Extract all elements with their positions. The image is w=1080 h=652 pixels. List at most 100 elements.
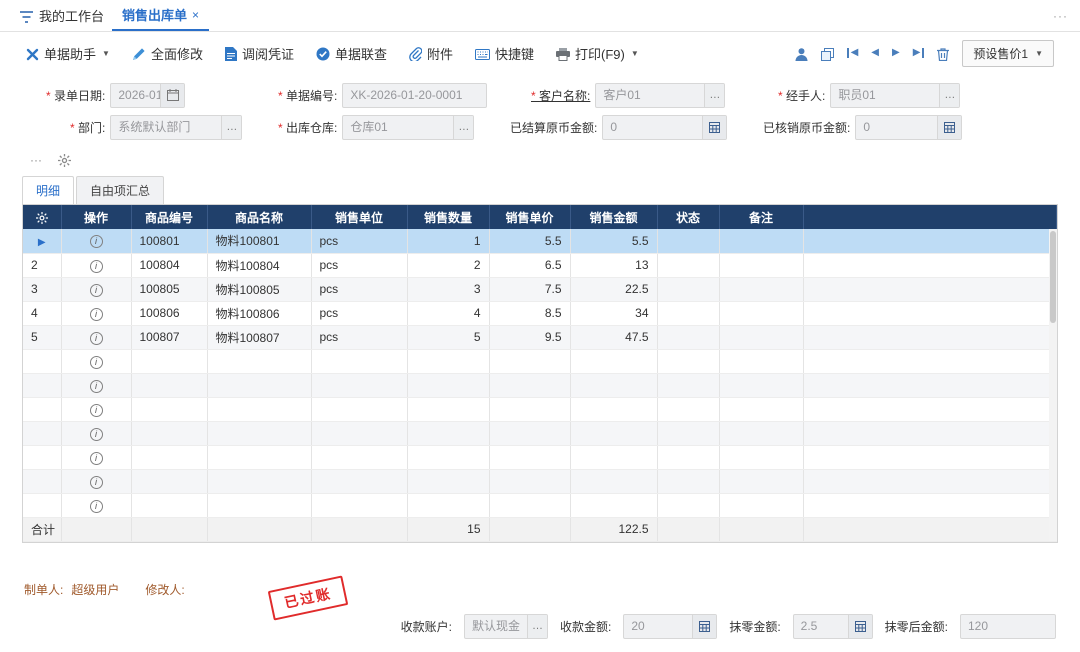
row-info-icon[interactable] — [90, 235, 103, 248]
receipt-amount-input[interactable]: 20 — [623, 614, 717, 639]
cell-name[interactable]: 物料100804 — [207, 253, 311, 277]
cell-note[interactable] — [719, 253, 803, 277]
first-record-icon[interactable] — [847, 48, 859, 58]
row-op-cell[interactable] — [61, 301, 131, 325]
row-info-icon[interactable] — [90, 476, 103, 489]
grid-settings-header[interactable] — [23, 205, 61, 229]
row-info-icon[interactable] — [90, 452, 103, 465]
cell-unit[interactable]: pcs — [311, 277, 407, 301]
calculator-icon[interactable] — [702, 116, 726, 139]
cell-status[interactable] — [657, 277, 719, 301]
doc-no-input[interactable]: XK-2026-01-20-0001 — [342, 83, 487, 108]
cell-status[interactable] — [657, 253, 719, 277]
calendar-icon[interactable] — [160, 84, 184, 107]
cell-amount[interactable]: 13 — [570, 253, 657, 277]
row-number-cell[interactable]: 5 — [23, 325, 61, 349]
handler-input[interactable]: 职员01 — [830, 83, 960, 108]
customer-label-link[interactable]: 客户名称: — [531, 87, 590, 104]
cell-amount[interactable]: 22.5 — [570, 277, 657, 301]
tabbar-more-icon[interactable]: ··· — [1053, 9, 1068, 23]
cell-price[interactable]: 8.5 — [489, 301, 570, 325]
cell-name[interactable]: 物料100806 — [207, 301, 311, 325]
cell-status[interactable] — [657, 229, 719, 253]
cell-name[interactable]: 物料100801 — [207, 229, 311, 253]
rounding-amount-input[interactable]: 2.5 — [793, 614, 873, 639]
row-info-icon[interactable] — [90, 332, 103, 345]
warehouse-lookup-icon[interactable] — [453, 116, 473, 139]
cell-amount[interactable]: 47.5 — [570, 325, 657, 349]
receipt-account-input[interactable]: 默认现金 — [464, 614, 548, 639]
row-number-cell[interactable]: 3 — [23, 277, 61, 301]
cell-qty[interactable]: 5 — [407, 325, 489, 349]
gear-icon[interactable] — [58, 153, 71, 167]
previous-record-icon[interactable] — [871, 48, 879, 58]
cell-unit[interactable]: pcs — [311, 325, 407, 349]
cell-note[interactable] — [719, 229, 803, 253]
next-record-icon[interactable] — [892, 48, 900, 58]
cell-unit[interactable]: pcs — [311, 253, 407, 277]
row-number-cell[interactable]: 4 — [23, 301, 61, 325]
full-modify-button[interactable]: 全面修改 — [132, 44, 203, 63]
tab-close-icon[interactable]: × — [192, 8, 199, 22]
row-op-cell[interactable] — [61, 229, 131, 253]
doc-assistant-button[interactable]: 单据助手 — [26, 44, 110, 63]
cell-note[interactable] — [719, 325, 803, 349]
copy-doc-icon[interactable] — [821, 45, 834, 60]
cell-note[interactable] — [719, 301, 803, 325]
row-op-cell[interactable] — [61, 277, 131, 301]
row-info-icon[interactable] — [90, 428, 103, 441]
cell-code[interactable]: 100807 — [131, 325, 207, 349]
doc-linkcheck-button[interactable]: 单据联查 — [316, 44, 387, 63]
row-info-icon[interactable] — [90, 284, 103, 297]
empty-row[interactable] — [23, 397, 1057, 421]
empty-row[interactable] — [23, 493, 1057, 517]
cell-status[interactable] — [657, 325, 719, 349]
after-rounding-amount-input[interactable]: 120 — [960, 614, 1056, 639]
cell-name[interactable]: 物料100807 — [207, 325, 311, 349]
preset-price-dropdown[interactable]: 预设售价1 — [962, 40, 1054, 67]
hotkeys-button[interactable]: 快捷键 — [475, 44, 534, 63]
row-info-icon[interactable] — [90, 380, 103, 393]
row-number-cell[interactable]: 2 — [23, 253, 61, 277]
cell-price[interactable]: 9.5 — [489, 325, 570, 349]
customer-input[interactable]: 客户01 — [595, 83, 725, 108]
tab-detail[interactable]: 明细 — [22, 176, 74, 204]
cell-qty[interactable]: 4 — [407, 301, 489, 325]
row-op-cell[interactable] — [61, 325, 131, 349]
settled-amount-input[interactable]: 0 — [602, 115, 727, 140]
empty-row[interactable] — [23, 349, 1057, 373]
gear-icon[interactable] — [36, 210, 48, 224]
trash-icon[interactable] — [937, 45, 949, 60]
filter-icon[interactable] — [20, 8, 33, 23]
vertical-scrollbar[interactable] — [1049, 229, 1057, 541]
calculator-icon[interactable] — [692, 615, 716, 638]
receipt-account-lookup-icon[interactable] — [527, 615, 547, 638]
table-row[interactable]: 4 100806 物料100806 pcs 4 8.5 34 — [23, 301, 1057, 325]
cell-unit[interactable]: pcs — [311, 301, 407, 325]
cell-amount[interactable]: 34 — [570, 301, 657, 325]
department-lookup-icon[interactable] — [221, 116, 241, 139]
row-info-icon[interactable] — [90, 260, 103, 273]
entry-date-input[interactable]: 2026-01-20 — [110, 83, 185, 108]
row-indicator-cell[interactable] — [23, 229, 61, 253]
cell-price[interactable]: 7.5 — [489, 277, 570, 301]
row-info-icon[interactable] — [90, 356, 103, 369]
cell-code[interactable]: 100805 — [131, 277, 207, 301]
handler-lookup-icon[interactable] — [939, 84, 959, 107]
tab-sales-outbound-order[interactable]: 销售出库单 × — [112, 0, 209, 31]
cell-code[interactable]: 100804 — [131, 253, 207, 277]
scrollbar-thumb[interactable] — [1050, 231, 1056, 323]
table-row[interactable]: 3 100805 物料100805 pcs 3 7.5 22.5 — [23, 277, 1057, 301]
table-row[interactable]: 100801 物料100801 pcs 1 5.5 5.5 — [23, 229, 1057, 253]
cell-amount[interactable]: 5.5 — [570, 229, 657, 253]
user-icon[interactable] — [795, 45, 808, 60]
customer-lookup-icon[interactable] — [704, 84, 724, 107]
cell-qty[interactable]: 2 — [407, 253, 489, 277]
empty-row[interactable] — [23, 373, 1057, 397]
row-op-cell[interactable] — [61, 253, 131, 277]
last-record-icon[interactable] — [913, 48, 925, 58]
view-voucher-button[interactable]: 调阅凭证 — [225, 44, 294, 63]
empty-row[interactable] — [23, 445, 1057, 469]
cell-code[interactable]: 100801 — [131, 229, 207, 253]
cell-unit[interactable]: pcs — [311, 229, 407, 253]
